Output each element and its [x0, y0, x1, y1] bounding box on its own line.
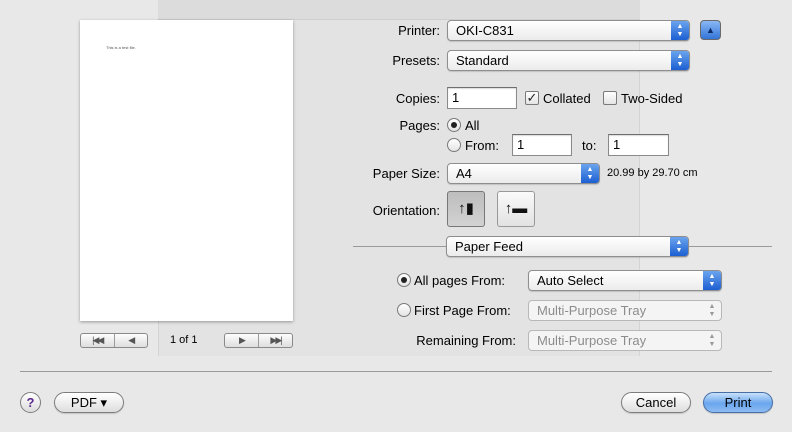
- pages-to-field[interactable]: 1: [608, 134, 669, 156]
- popup-arrows-icon: ▲ ▼: [671, 21, 689, 40]
- pages-from-field[interactable]: 1: [512, 134, 572, 156]
- popup-arrows-icon: ▲ ▼: [703, 271, 721, 290]
- help-icon: ?: [26, 395, 35, 410]
- page-count: 1 of 1: [170, 334, 198, 346]
- pdf-menu-button[interactable]: PDF ▾: [54, 392, 124, 413]
- first-page-button[interactable]: |◀◀: [81, 334, 114, 347]
- pages-to-label: to:: [582, 138, 597, 153]
- portrait-orientation-button[interactable]: ↑▮: [447, 191, 485, 227]
- landscape-orientation-button[interactable]: ↑▬: [497, 191, 535, 227]
- remaining-from-popup: Multi-Purpose Tray ▲ ▼: [528, 330, 722, 351]
- collapse-details-button[interactable]: ▲: [700, 20, 721, 40]
- pages-all-label: All: [465, 118, 480, 133]
- popup-arrows-icon: ▲ ▼: [670, 237, 688, 256]
- paper-size-label: Paper Size:: [372, 166, 440, 181]
- popup-arrows-icon: ▲ ▼: [581, 164, 599, 183]
- collated-label: Collated: [543, 91, 591, 106]
- paper-size-popup[interactable]: A4 ▲ ▼: [447, 163, 600, 184]
- last-page-button[interactable]: ▶▶|: [258, 334, 292, 347]
- divider-right: [688, 246, 772, 247]
- printer-label: Printer:: [398, 23, 440, 38]
- popup-arrows-icon: ▲ ▼: [708, 333, 716, 348]
- presets-label: Presets:: [392, 53, 440, 68]
- presets-popup[interactable]: Standard ▲ ▼: [447, 50, 690, 71]
- preview-nav-forward-group: ▶ ▶▶|: [224, 333, 293, 348]
- two-sided-label: Two-Sided: [621, 91, 683, 106]
- printer-value: OKI-C831: [456, 23, 514, 38]
- triangle-up-icon: ▲: [706, 25, 715, 35]
- cancel-button[interactable]: Cancel: [621, 392, 691, 413]
- previous-page-icon: ◀: [128, 335, 135, 345]
- all-pages-from-value: Auto Select: [537, 273, 604, 288]
- orientation-label: Orientation:: [372, 203, 440, 218]
- background-toolbar: [158, 0, 640, 20]
- next-page-icon: ▶: [239, 335, 246, 345]
- all-pages-from-label: All pages From:: [414, 273, 506, 288]
- print-button[interactable]: Print: [703, 392, 773, 413]
- first-page-from-radio[interactable]: [397, 303, 411, 317]
- first-page-from-label: First Page From:: [414, 303, 511, 318]
- section-popup[interactable]: Paper Feed ▲ ▼: [446, 236, 689, 257]
- next-page-button[interactable]: ▶: [225, 334, 258, 347]
- pages-from-label: From:: [465, 138, 499, 153]
- popup-arrows-icon: ▲ ▼: [708, 303, 716, 318]
- divider-left: [353, 246, 446, 247]
- pages-all-radio[interactable]: [447, 118, 461, 132]
- first-page-icon: |◀◀: [92, 335, 104, 345]
- first-page-from-value: Multi-Purpose Tray: [537, 303, 647, 318]
- preview-nav-back-group: |◀◀ ◀: [80, 333, 148, 348]
- pages-label: Pages:: [399, 118, 440, 133]
- remaining-from-label: Remaining From:: [416, 333, 516, 348]
- section-value: Paper Feed: [455, 239, 523, 254]
- remaining-from-value: Multi-Purpose Tray: [537, 333, 647, 348]
- preview-page-text: This is a test file.: [106, 45, 136, 50]
- portrait-icon: ↑▮: [458, 200, 474, 217]
- footer-divider: [20, 371, 772, 372]
- copies-label: Copies:: [395, 91, 440, 106]
- paper-size-value: A4: [456, 166, 472, 181]
- copies-field[interactable]: 1: [447, 87, 517, 109]
- landscape-icon: ↑▬: [504, 200, 528, 217]
- two-sided-checkbox[interactable]: [603, 91, 617, 105]
- popup-arrows-icon: ▲ ▼: [671, 51, 689, 70]
- pages-from-radio[interactable]: [447, 138, 461, 152]
- printer-popup[interactable]: OKI-C831 ▲ ▼: [447, 20, 690, 41]
- paper-dimensions: 20.99 by 29.70 cm: [607, 167, 698, 179]
- print-preview-page: This is a test file.: [80, 20, 293, 321]
- collated-checkbox[interactable]: ✓: [525, 91, 539, 105]
- presets-value: Standard: [456, 53, 509, 68]
- last-page-icon: ▶▶|: [270, 335, 282, 345]
- previous-page-button[interactable]: ◀: [113, 334, 148, 347]
- all-pages-from-radio[interactable]: [397, 273, 411, 287]
- all-pages-from-popup[interactable]: Auto Select ▲ ▼: [528, 270, 722, 291]
- first-page-from-popup: Multi-Purpose Tray ▲ ▼: [528, 300, 722, 321]
- help-button[interactable]: ?: [20, 392, 41, 413]
